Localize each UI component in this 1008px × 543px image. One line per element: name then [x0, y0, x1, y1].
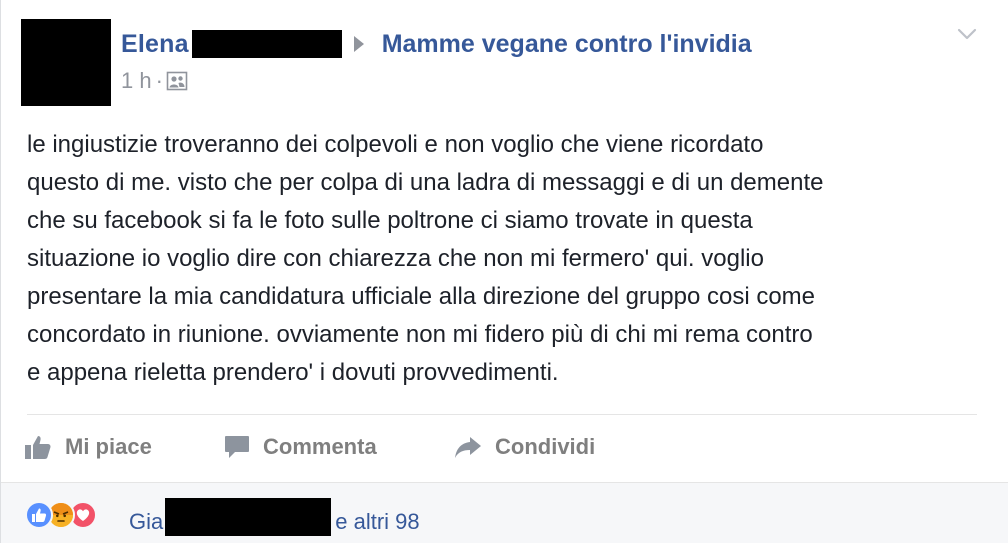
post-meta: 1 h ·: [121, 68, 188, 94]
reactions-footer: Gia e altri 98: [1, 482, 1008, 543]
triangle-right-icon: [353, 36, 364, 52]
share-arrow-icon: [455, 437, 481, 458]
group-name-link[interactable]: Mamme vegane contro l'invidia: [382, 30, 752, 59]
post-text-line: presentare la mia candidatura ufficiale …: [27, 283, 816, 310]
redaction-bar: [191, 30, 342, 58]
post-text-line: concordato in riunione. ovviamente non m…: [27, 321, 813, 348]
post-text-line: che su facebook si fa le foto sulle polt…: [27, 207, 753, 234]
reactors-others-count: e altri 98: [335, 509, 420, 534]
post-header: Elena Mamme vegane contro l'invidia: [121, 27, 752, 61]
post-text: le ingiustizie troveranno dei colpevoli …: [27, 126, 987, 392]
thumbs-up-icon: [25, 436, 51, 459]
actions-divider: [27, 414, 977, 415]
redaction-bar: [165, 498, 332, 536]
author-name-link[interactable]: Elena: [121, 30, 189, 59]
comment-label: Commenta: [263, 434, 377, 459]
post-actions: Mi piace Commenta Condividi: [23, 428, 633, 466]
comment-button[interactable]: Commenta: [223, 432, 453, 462]
reaction-icons[interactable]: [25, 501, 97, 529]
post-timestamp[interactable]: 1 h: [121, 68, 152, 94]
share-label: Condividi: [495, 434, 596, 459]
group-members-icon[interactable]: [166, 70, 188, 92]
reactor-name-prefix: Gia: [129, 509, 164, 534]
post-card: Elena Mamme vegane contro l'invidia 1 h …: [0, 0, 1008, 543]
chevron-down-icon[interactable]: [956, 26, 978, 42]
post-text-line: le ingiustizie troveranno dei colpevoli …: [27, 131, 764, 158]
share-button[interactable]: Condividi: [453, 432, 633, 462]
post-text-line: questo di me. visto che per colpa di una…: [27, 169, 824, 196]
post-text-line: situazione io voglio dire con chiarezza …: [27, 245, 764, 272]
author-avatar-redacted[interactable]: [21, 19, 111, 106]
like-button[interactable]: Mi piace: [23, 432, 223, 462]
meta-separator: ·: [155, 68, 163, 93]
like-reaction-icon: [25, 501, 53, 529]
reactors-summary[interactable]: Gia e altri 98: [129, 498, 420, 541]
like-label: Mi piace: [65, 434, 152, 459]
post-text-line: e appena rieletta prendero' i dovuti pro…: [27, 359, 559, 386]
speech-bubble-icon: [225, 436, 249, 458]
